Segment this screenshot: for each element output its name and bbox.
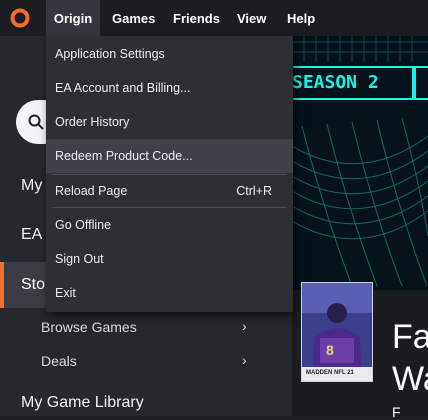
hero-banner[interactable]: SEASON 2	[292, 36, 428, 290]
reload-page-shortcut: Ctrl+R	[236, 184, 272, 198]
search-icon[interactable]	[28, 114, 44, 130]
sidebar-item-browse-games[interactable]: Browse Games	[41, 319, 137, 335]
active-indicator	[0, 262, 4, 308]
sidebar-item-deals[interactable]: Deals	[41, 353, 77, 369]
chevron-right-icon: ›	[242, 318, 247, 334]
menu-help[interactable]: Help	[287, 0, 315, 36]
season-label: SEASON 2	[292, 72, 379, 93]
menu-item-application-settings[interactable]: Application Settings	[46, 37, 293, 71]
cover-brand: MADDEN NFL 21	[306, 370, 354, 376]
promo-title-line2: Wa	[392, 360, 428, 398]
svg-text:8: 8	[326, 342, 334, 358]
sidebar-item-store-label: Sto	[21, 276, 46, 293]
menu-item-reload-page[interactable]: Reload Page Ctrl+R	[46, 174, 293, 208]
menu-item-redeem-product-code[interactable]: Redeem Product Code...	[46, 139, 293, 173]
menu-item-go-offline[interactable]: Go Offline	[46, 208, 293, 242]
cover-art: 8	[302, 283, 372, 381]
menu-games[interactable]: Games	[112, 0, 155, 36]
promo-subtitle: F	[392, 404, 401, 420]
game-cover-image[interactable]: 8 MADDEN NFL 21	[301, 282, 373, 382]
menu-item-sign-out[interactable]: Sign Out	[46, 242, 293, 276]
menu-origin[interactable]: Origin	[46, 0, 100, 36]
season-badge-frame	[414, 66, 428, 100]
menu-bar: Origin Games Friends View Help	[0, 0, 428, 36]
origin-dropdown-menu: Application Settings EA Account and Bill…	[46, 36, 293, 312]
season-badge: SEASON 2	[292, 66, 414, 100]
menu-item-exit[interactable]: Exit	[46, 276, 293, 310]
sidebar-item-game-library[interactable]: My Game Library	[21, 394, 144, 412]
origin-logo-icon[interactable]	[10, 8, 30, 28]
sidebar-item-my-home[interactable]: My	[21, 177, 42, 195]
promo-title-line1: Fa	[392, 318, 428, 356]
menu-item-order-history[interactable]: Order History	[46, 105, 293, 139]
reload-page-label: Reload Page	[55, 184, 128, 198]
menu-item-ea-account-billing[interactable]: EA Account and Billing...	[46, 71, 293, 105]
menu-friends[interactable]: Friends	[173, 0, 220, 36]
chevron-right-icon: ›	[242, 352, 247, 368]
menu-view[interactable]: View	[237, 0, 266, 36]
